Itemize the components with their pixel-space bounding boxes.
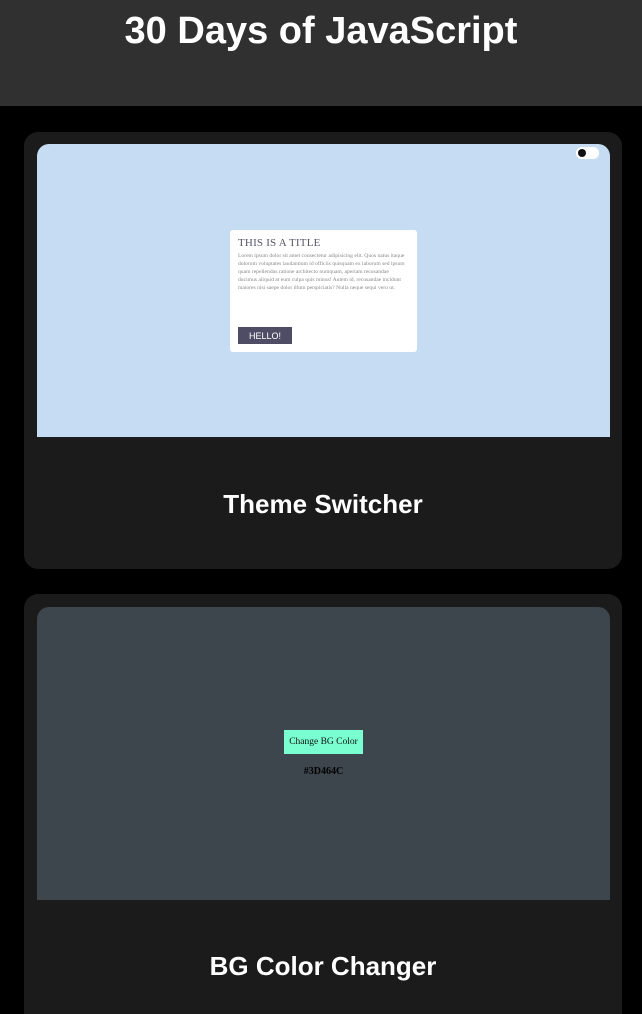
- project-card-bg-color-changer[interactable]: Change BG Color #3D464C BG Color Changer: [24, 594, 622, 1014]
- page-header: 30 Days of JavaScript: [0, 0, 642, 106]
- project-title: Theme Switcher: [223, 489, 423, 519]
- change-bg-color-button[interactable]: Change BG Color: [284, 730, 363, 754]
- theme-toggle[interactable]: [576, 147, 599, 159]
- color-code-label: #3D464C: [303, 766, 344, 777]
- demo-card: THIS IS A TITLE Lorem ipsum dolor sit am…: [230, 230, 417, 352]
- hello-button[interactable]: HELLO!: [238, 327, 292, 344]
- demo-card-text: Lorem ipsum dolor sit amet consectetur a…: [238, 253, 405, 291]
- project-card-theme-switcher[interactable]: THIS IS A TITLE Lorem ipsum dolor sit am…: [24, 132, 622, 569]
- project-preview: THIS IS A TITLE Lorem ipsum dolor sit am…: [37, 144, 610, 437]
- project-preview: Change BG Color #3D464C: [37, 607, 610, 900]
- page-title: 30 Days of JavaScript: [124, 10, 518, 52]
- project-title: BG Color Changer: [209, 951, 437, 981]
- toggle-switch-icon: [578, 149, 586, 157]
- demo-card-title: THIS IS A TITLE: [238, 237, 321, 249]
